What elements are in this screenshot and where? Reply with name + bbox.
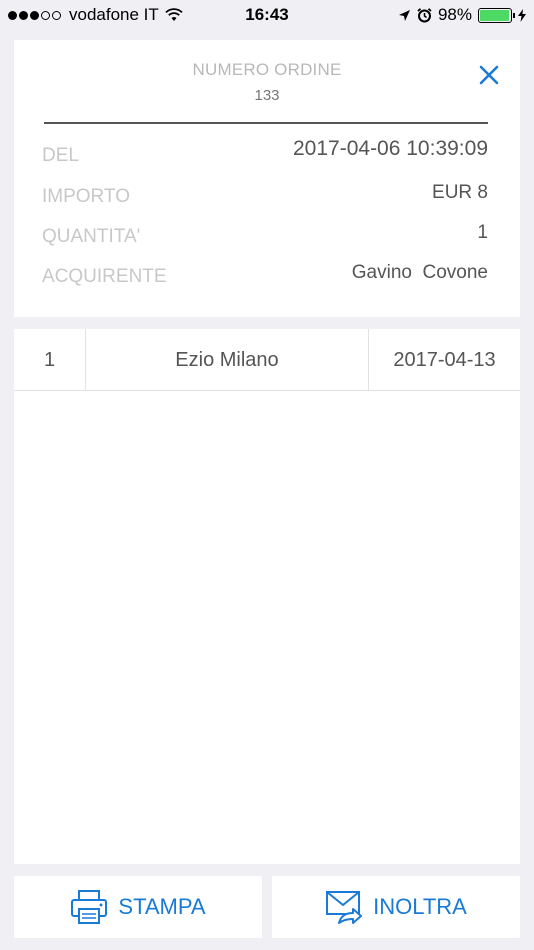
envelope-forward-icon — [326, 891, 363, 924]
item-name: Ezio Milano — [86, 329, 369, 391]
order-title: NUMERO ORDINE — [192, 60, 342, 79]
close-icon[interactable] — [476, 62, 502, 88]
battery-level — [480, 9, 510, 21]
battery-icon — [478, 7, 515, 23]
charging-bolt-icon — [518, 8, 526, 22]
item-date: 2017-04-13 — [393, 348, 496, 371]
order-number: 133 — [254, 87, 280, 104]
acquirente-label: ACQUIRENTE — [42, 266, 167, 287]
info-row-importo: IMPORTO EUR 8 — [42, 182, 488, 212]
status-bar: vodafone IT 16:43 98% — [0, 0, 534, 30]
alarm-icon — [417, 7, 432, 22]
battery-percent: 98% — [437, 5, 472, 24]
item-number: 1 — [14, 329, 86, 391]
info-row-acquirente: ACQUIRENTE Gavino Covone — [42, 262, 488, 292]
header-divider — [44, 122, 488, 124]
quantita-value: 1 — [477, 222, 488, 243]
location-arrow-icon — [398, 9, 410, 21]
order-info-card: NUMERO ORDINE 133 DEL 2017-04-06 10:39:0… — [14, 40, 520, 317]
printer-icon — [71, 890, 108, 924]
importo-label: IMPORTO — [42, 186, 130, 207]
info-row-quantita: QUANTITA' 1 — [42, 222, 488, 252]
importo-value: EUR 8 — [432, 182, 488, 203]
acquirente-value: Gavino Covone — [351, 262, 488, 283]
quantita-label: QUANTITA' — [42, 226, 141, 247]
print-button[interactable]: STAMPA — [14, 876, 262, 938]
del-label: DEL — [42, 145, 79, 166]
status-right: 98% — [398, 5, 526, 25]
table-row[interactable]: 1 Ezio Milano 2017-04-13 — [14, 329, 520, 391]
forward-button[interactable]: INOLTRA — [272, 876, 520, 938]
del-value: 2017-04-06 10:39:09 — [293, 137, 488, 160]
print-button-label: STAMPA — [118, 894, 206, 919]
items-table: 1 Ezio Milano 2017-04-13 — [14, 329, 520, 864]
forward-button-label: INOLTRA — [373, 894, 467, 919]
info-row-del: DEL 2017-04-06 10:39:09 — [42, 137, 488, 167]
